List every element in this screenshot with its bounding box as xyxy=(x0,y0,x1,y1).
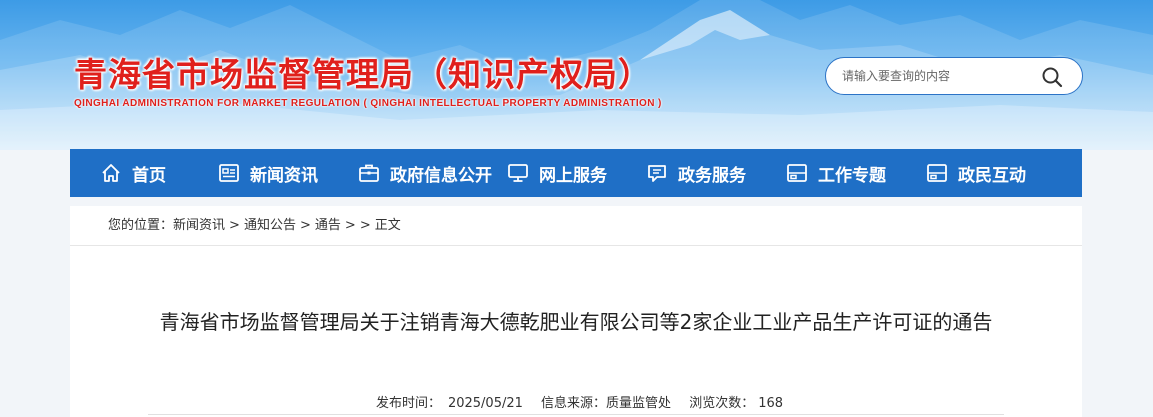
main-nav: 首页 新闻资讯 政府信息公开 网上服务 政务服务 工作专题 政民互动 xyxy=(70,149,1082,197)
views-label: 浏览次数： xyxy=(689,396,755,411)
site-title[interactable]: 青海省市场监督管理局（知识产权局） xyxy=(74,48,652,96)
meta-divider xyxy=(148,414,1004,415)
publish-date: 2025/05/21 xyxy=(447,396,523,411)
news-icon xyxy=(218,162,240,184)
search-box xyxy=(825,57,1083,95)
breadcrumb-item-news[interactable]: 新闻资讯 xyxy=(173,218,225,233)
grid-icon xyxy=(786,162,808,184)
search-icon[interactable] xyxy=(1041,66,1063,88)
breadcrumb-item-current: 正文 xyxy=(374,218,401,233)
nav-label: 政府信息公开 xyxy=(390,165,492,186)
header-banner: 青海省市场监督管理局（知识产权局） QINGHAI ADMINISTRATION… xyxy=(0,0,1153,150)
breadcrumb-prefix: 您的位置： xyxy=(108,218,174,233)
nav-gov-info[interactable]: 政府信息公开 xyxy=(358,149,492,197)
monitor-icon xyxy=(507,162,529,184)
nav-label: 首页 xyxy=(132,165,166,186)
breadcrumb-item-announcement[interactable]: 通告 xyxy=(315,218,341,233)
nav-label: 新闻资讯 xyxy=(250,165,318,186)
chat-icon xyxy=(646,162,668,184)
breadcrumb-separator: > > xyxy=(344,218,371,233)
briefcase-icon xyxy=(358,162,380,184)
nav-label: 政民互动 xyxy=(958,165,1026,186)
publish-label: 发布时间： xyxy=(375,396,441,411)
views-count: 168 xyxy=(758,396,784,411)
main-content: 您的位置：新闻资讯 > 通知公告 > 通告 > > 正文 青海省市场监督管理局关于注销青海大… xyxy=(70,206,1082,417)
source-value: 质量监管处 xyxy=(606,396,672,411)
article-meta: 发布时间： 2025/05/21 信息来源：质量监管处 浏览次数： 168 xyxy=(70,392,1082,411)
article-title: 青海省市场监督管理局关于注销青海大德乾肥业有限公司等2家企业工业产品生产许可证的… xyxy=(159,310,993,334)
nav-home[interactable]: 首页 xyxy=(100,149,166,197)
search-input[interactable] xyxy=(842,67,1032,85)
nav-news[interactable]: 新闻资讯 xyxy=(218,149,318,197)
breadcrumb-item-notices[interactable]: 通知公告 xyxy=(244,218,296,233)
grid-icon xyxy=(926,162,948,184)
nav-online-service[interactable]: 网上服务 xyxy=(507,149,607,197)
breadcrumb-separator: > xyxy=(229,218,240,233)
nav-gov-service[interactable]: 政务服务 xyxy=(646,149,746,197)
nav-label: 政务服务 xyxy=(678,165,746,186)
nav-label: 网上服务 xyxy=(539,165,607,186)
nav-label: 工作专题 xyxy=(818,165,886,186)
home-icon xyxy=(100,162,122,184)
nav-work-topics[interactable]: 工作专题 xyxy=(786,149,886,197)
site-subtitle: QINGHAI ADMINISTRATION FOR MARKET REGULA… xyxy=(74,98,662,109)
source-label: 信息来源： xyxy=(541,396,607,411)
breadcrumb-separator: > xyxy=(299,218,311,233)
nav-interaction[interactable]: 政民互动 xyxy=(926,149,1026,197)
breadcrumb: 您的位置：新闻资讯 > 通知公告 > 通告 > > 正文 xyxy=(70,206,1082,246)
